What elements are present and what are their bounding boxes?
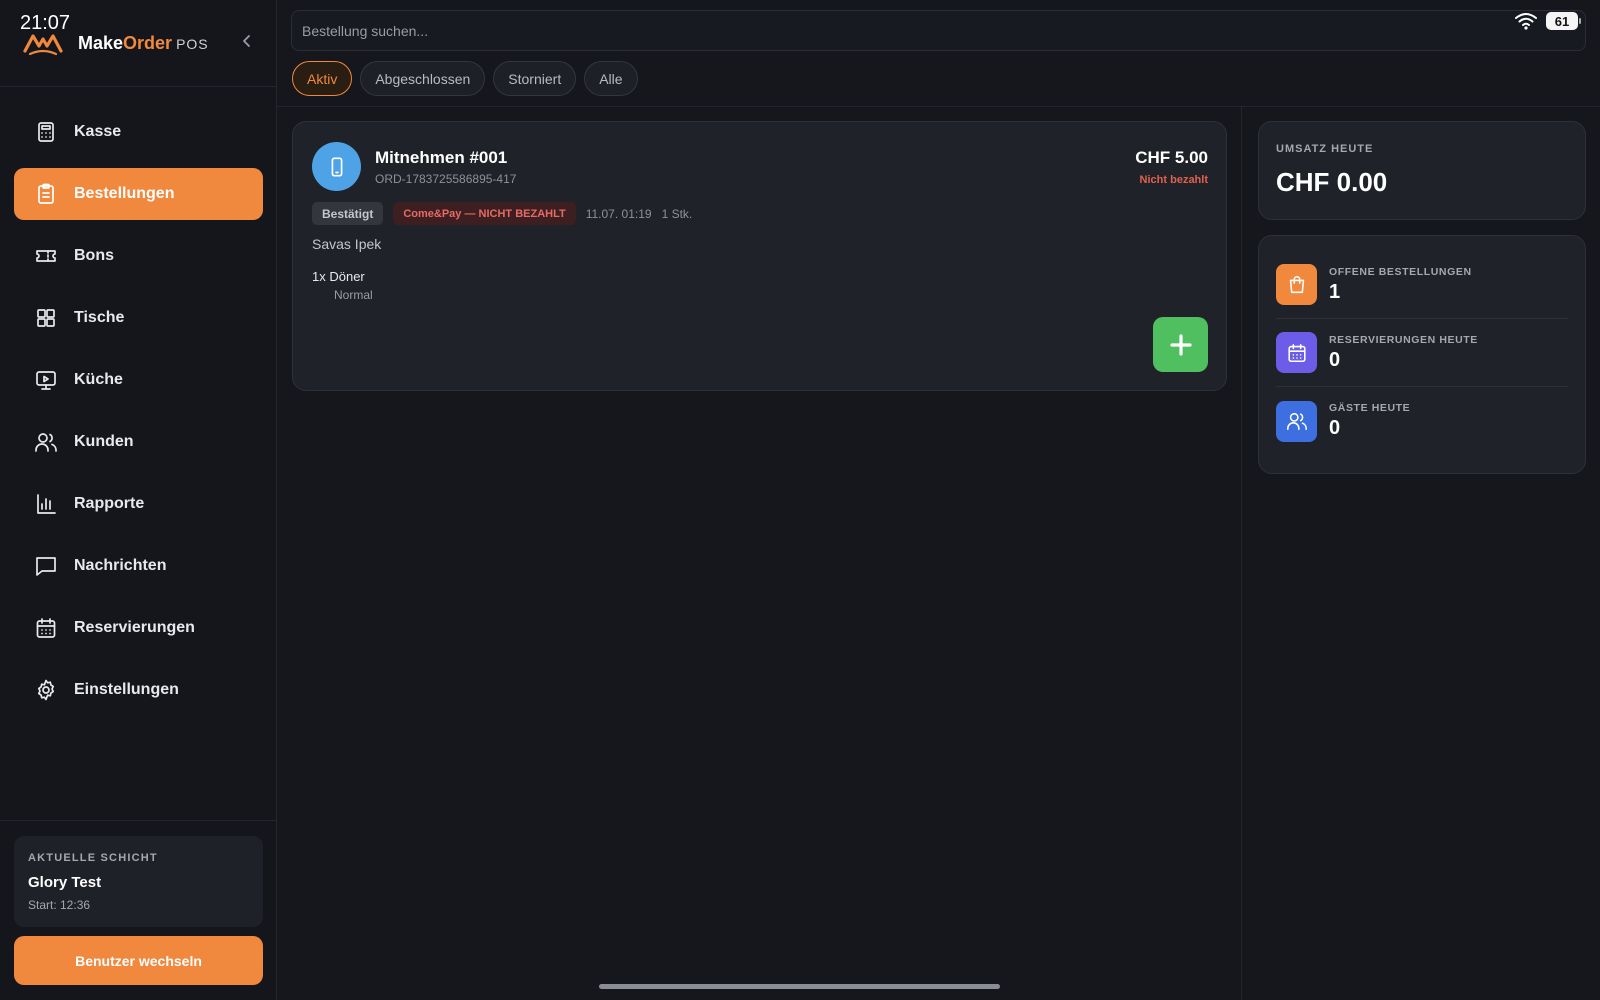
stat-label: RESERVIERUNGEN HEUTE: [1329, 333, 1478, 346]
users-icon: [1286, 410, 1308, 432]
stat-icon-guests: [1276, 400, 1317, 442]
order-card[interactable]: Mitnehmen #001 ORD-1783725586895-417 CHF…: [292, 121, 1227, 391]
stat-reservations-today: RESERVIERUNGEN HEUTE 0: [1276, 319, 1568, 387]
brand-name: MakeOrder POS: [78, 32, 209, 53]
sidebar-item-label: Einstellungen: [74, 681, 179, 698]
add-to-order-button[interactable]: [1153, 317, 1208, 372]
sidebar-item-label: Kasse: [74, 123, 122, 140]
sidebar-item-kasse[interactable]: Kasse: [14, 106, 263, 158]
calendar-icon: [34, 616, 58, 640]
smartphone-icon: [326, 156, 348, 178]
order-id: ORD-1783725586895-417: [375, 172, 517, 186]
sidebar-item-einstellungen[interactable]: Einstellungen: [14, 664, 263, 716]
header-divider: [277, 106, 1600, 107]
sidebar-item-label: Rapporte: [74, 495, 145, 512]
clipboard-icon: [34, 182, 58, 206]
customer-name: Savas Ipek: [312, 236, 382, 252]
panel-divider: [1241, 106, 1242, 1000]
current-shift-card: AKTUELLE SCHICHT Glory Test Start: 12:36: [14, 836, 263, 927]
sidebar-nav: Kasse Bestellungen Bons Tische Küche Kun…: [14, 106, 263, 726]
order-badges: Bestätigt Come&Pay — NICHT BEZAHLT 11.07…: [312, 202, 692, 225]
battery-indicator: 61: [1546, 12, 1581, 30]
calculator-icon: [34, 120, 58, 144]
sidebar-item-label: Reservierungen: [74, 619, 195, 636]
stat-icon-reservations: [1276, 332, 1317, 373]
search-input[interactable]: [291, 10, 1586, 51]
shift-user-name: Glory Test: [28, 874, 102, 891]
order-filter-tabs: Aktiv Abgeschlossen Storniert Alle: [292, 61, 638, 96]
bar-chart-icon: [34, 492, 58, 516]
switch-user-button[interactable]: Benutzer wechseln: [14, 936, 263, 985]
sidebar-item-nachrichten[interactable]: Nachrichten: [14, 540, 263, 592]
sidebar-item-tische[interactable]: Tische: [14, 292, 263, 344]
order-datetime: 11.07. 01:19: [585, 206, 652, 221]
shift-label: AKTUELLE SCHICHT: [28, 852, 158, 864]
grid-icon: [34, 306, 58, 330]
status-indicators: 61: [1514, 12, 1581, 30]
sidebar-item-label: Bestellungen: [74, 185, 175, 202]
sidebar-divider: [0, 820, 277, 821]
payment-badge: Come&Pay — NICHT BEZAHLT: [393, 202, 576, 225]
sidebar-item-kueche[interactable]: Küche: [14, 354, 263, 406]
wifi-icon: [1514, 12, 1538, 30]
stat-icon-open-orders: [1276, 264, 1317, 305]
order-item-variant: Normal: [334, 288, 373, 302]
shift-start-time: Start: 12:36: [28, 898, 91, 912]
sidebar-item-label: Bons: [74, 247, 114, 264]
stat-value: 0: [1329, 417, 1341, 439]
revenue-label: UMSATZ HEUTE: [1276, 143, 1374, 155]
order-item: 1x Döner: [312, 269, 365, 284]
order-title: Mitnehmen #001: [375, 148, 508, 167]
payment-status: Nicht bezahlt: [1139, 174, 1208, 186]
stats-card: OFFENE BESTELLUNGEN 1 RESERVIERUNGEN HEU…: [1258, 235, 1586, 474]
stat-label: OFFENE BESTELLUNGEN: [1329, 265, 1472, 278]
calendar-icon: [1286, 342, 1308, 364]
tab-alle[interactable]: Alle: [584, 61, 638, 96]
gear-icon: [34, 678, 58, 702]
order-quantity: 1 Stk.: [661, 206, 693, 221]
users-icon: [34, 430, 58, 454]
stat-label: GÄSTE HEUTE: [1329, 402, 1411, 414]
tab-abgeschlossen[interactable]: Abgeschlossen: [360, 61, 486, 96]
sidebar-item-reservierungen[interactable]: Reservierungen: [14, 602, 263, 654]
tab-storniert[interactable]: Storniert: [493, 61, 577, 96]
collapse-sidebar-icon[interactable]: [241, 34, 253, 48]
stat-open-orders: OFFENE BESTELLUNGEN 1: [1276, 251, 1568, 319]
sidebar-divider: [0, 86, 277, 87]
revenue-value: CHF 0.00: [1276, 167, 1388, 197]
sidebar-item-label: Nachrichten: [74, 557, 167, 574]
shopping-bag-icon: [1286, 274, 1308, 296]
home-indicator: [599, 984, 1000, 989]
sidebar-item-label: Tische: [74, 309, 125, 326]
sidebar-item-bestellungen[interactable]: Bestellungen: [14, 168, 263, 220]
order-total: CHF 5.00: [1135, 148, 1208, 167]
status-time: 21:07: [20, 12, 71, 34]
tab-aktiv[interactable]: Aktiv: [292, 61, 353, 96]
monitor-icon: [34, 368, 58, 392]
ticket-icon: [34, 244, 58, 268]
status-badge: Bestätigt: [312, 202, 384, 225]
sidebar: MakeOrder POS Kasse Bestellungen Bons Tis…: [0, 0, 277, 1000]
sidebar-item-label: Kunden: [74, 433, 134, 450]
sidebar-item-rapporte[interactable]: Rapporte: [14, 478, 263, 530]
sidebar-item-bons[interactable]: Bons: [14, 230, 263, 282]
message-icon: [34, 554, 58, 578]
sidebar-item-label: Küche: [74, 371, 123, 388]
revenue-card: UMSATZ HEUTE CHF 0.00: [1258, 121, 1586, 220]
order-type-icon: [312, 142, 361, 191]
stat-value: 1: [1329, 280, 1341, 303]
stat-value: 0: [1329, 348, 1341, 371]
sidebar-item-kunden[interactable]: Kunden: [14, 416, 263, 468]
stat-guests-today: GÄSTE HEUTE 0: [1276, 387, 1568, 455]
plus-icon: [1169, 333, 1193, 357]
